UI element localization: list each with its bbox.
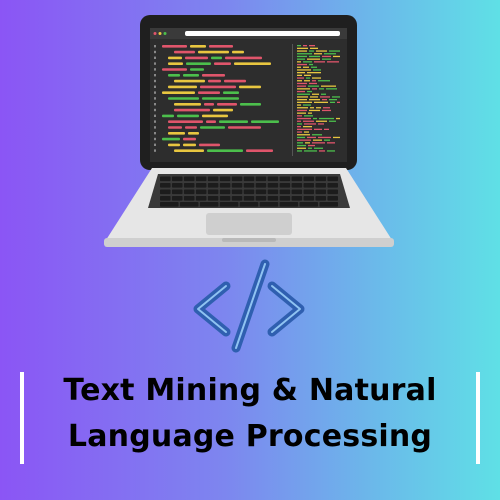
laptop-with-code-icon xyxy=(104,15,394,247)
title-line-2: Language Processing xyxy=(67,419,433,454)
title-bar-left xyxy=(20,372,24,464)
title-bar-right xyxy=(476,372,480,464)
code-brackets-icon xyxy=(193,259,305,353)
title-line-1: Text Mining & Natural xyxy=(63,373,437,408)
laptop-trackpad xyxy=(206,213,292,235)
title-block: Text Mining & Natural Language Processin… xyxy=(20,368,480,464)
keyboard-keys xyxy=(160,176,338,207)
page-title: Text Mining & Natural Language Processin… xyxy=(28,368,472,460)
